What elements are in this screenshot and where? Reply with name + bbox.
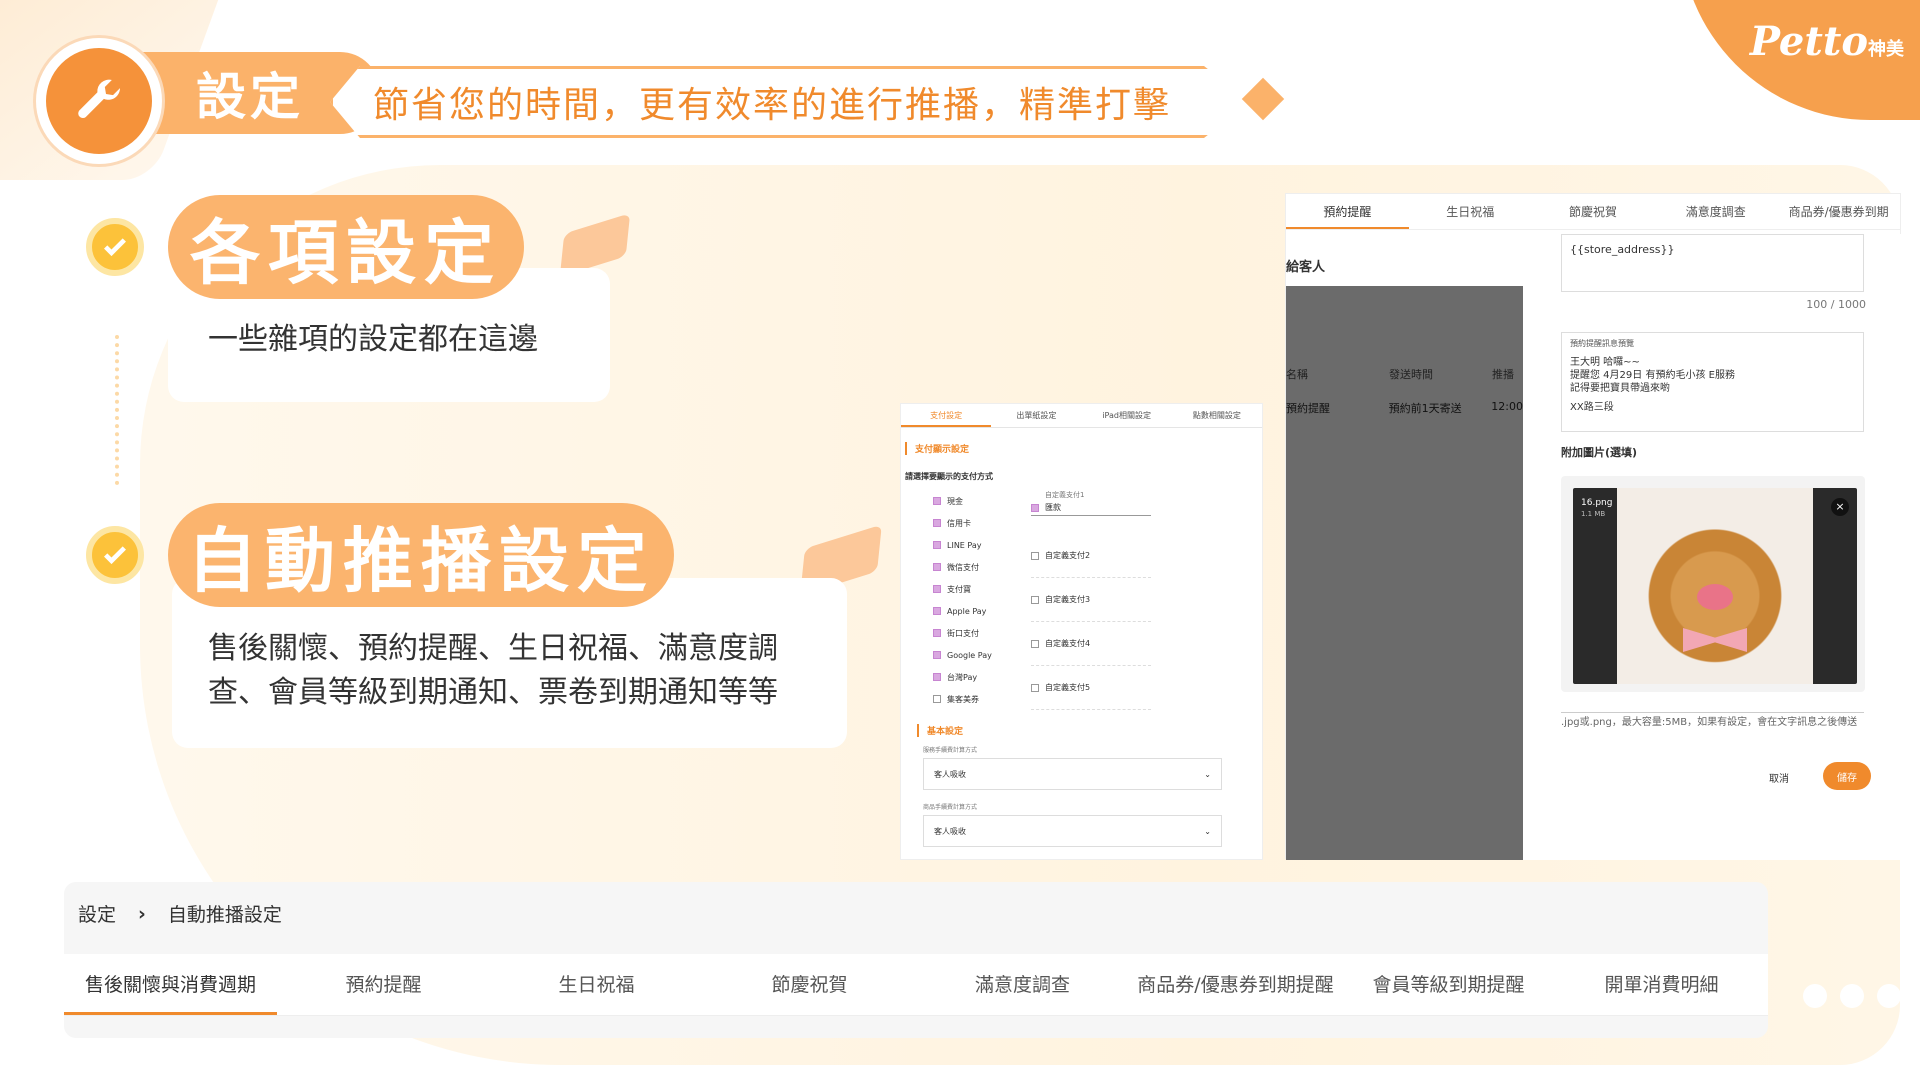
page-title: 設定 <box>196 68 304 126</box>
section-heading: 基本設定 <box>917 724 1262 737</box>
tab-survey[interactable]: 滿意度調查 <box>916 954 1129 1015</box>
section-heading: 支付顯示設定 <box>905 442 1262 455</box>
payment-checkbox[interactable]: 街口支付 <box>933 622 1031 644</box>
tab-points[interactable]: 點數相關設定 <box>1172 404 1262 427</box>
push-settings-screenshot: 預約提醒 生日祝福 節慶祝賀 滿意度調查 商品券/優惠券到期 給客人 名稱 發送時… <box>1285 193 1902 860</box>
tab-festival[interactable]: 節慶祝賀 <box>1532 194 1655 229</box>
chevron-down-icon: ⌄ <box>1204 826 1211 836</box>
push-category-tabs: 售後關懷與消費週期 預約提醒 生日祝福 節慶祝賀 滿意度調查 商品券/優惠券到期… <box>64 954 1768 1016</box>
fee-label: 服務手續費計算方式 <box>923 747 978 754</box>
cancel-button[interactable]: 取消 <box>1769 770 1789 785</box>
fee-label: 商品手續費計算方式 <box>923 804 978 811</box>
payment-checkbox[interactable]: 支付寶 <box>933 578 1031 600</box>
tab-festival[interactable]: 節慶祝賀 <box>703 954 916 1015</box>
section-pill: 各項設定 <box>168 195 524 299</box>
tab-reminder[interactable]: 預約提醒 <box>1286 194 1409 229</box>
header-banner: 節省您的時間，更有效率的進行推播，精準打擊 <box>330 66 1250 138</box>
fee-select[interactable]: 客人吸收 ⌄ <box>923 815 1222 847</box>
payment-checkbox[interactable]: 現金 <box>933 490 1031 512</box>
custom-payment-1[interactable]: 自定義支付1 匯款 <box>1031 490 1151 534</box>
tab-receipt[interactable]: 出單紙設定 <box>991 404 1081 427</box>
section-description: 售後關懷、預約提醒、生日祝福、滿意度調 查、會員等級到期通知、票卷到期通知等等 <box>208 631 778 710</box>
tab-reminder[interactable]: 預約提醒 <box>277 954 490 1015</box>
image-upload[interactable]: 16.png 1.1 MB × <box>1561 476 1865 692</box>
settings-tabs: 支付設定 出單紙設定 iPad相關設定 點數相關設定 <box>901 404 1262 428</box>
file-name: 16.png <box>1581 498 1613 508</box>
modal-overlay: 名稱 發送時間 推播 預約提醒 預約前1天寄送 12:00 <box>1286 286 1523 860</box>
wrench-icon <box>36 38 162 164</box>
table-row: 預約提醒 預約前1天寄送 12:00 <box>1286 400 1523 415</box>
chevron-down-icon: ⌄ <box>1204 769 1211 779</box>
custom-payment-checkbox[interactable]: 自定義支付2 <box>1031 534 1151 578</box>
image-preview: 16.png 1.1 MB × <box>1573 488 1857 684</box>
tab-payment[interactable]: 支付設定 <box>901 404 992 427</box>
tab-ipad[interactable]: iPad相關設定 <box>1082 404 1172 427</box>
slide-dot <box>1877 984 1901 1008</box>
save-button[interactable]: 儲存 <box>1823 762 1871 790</box>
tab-billing[interactable]: 開單消費明細 <box>1555 954 1768 1015</box>
store-address-field[interactable]: {{store_address}} <box>1561 234 1864 292</box>
preview-field[interactable]: 預約提醒訊息預覽 王大明 哈囉~~ 提醒您 4月29日 有預約毛小孩 E服務 記… <box>1561 332 1864 432</box>
to-customer-label: 給客人 <box>1286 260 1326 275</box>
tab-member-expiry[interactable]: 會員等級到期提醒 <box>1342 954 1555 1015</box>
payment-checkbox[interactable]: Apple Pay <box>933 600 1031 622</box>
payment-settings-screenshot: 支付設定 出單紙設定 iPad相關設定 點數相關設定 支付顯示設定 請選擇要顯示… <box>900 403 1263 860</box>
payment-method-list: 現金 信用卡 LINE Pay 微信支付 支付寶 Apple Pay 街口支付 … <box>901 490 1031 710</box>
char-count: 100 / 1000 <box>1806 298 1866 311</box>
file-size: 1.1 MB <box>1581 510 1606 518</box>
payment-checkbox[interactable]: 微信支付 <box>933 556 1031 578</box>
slide-dot <box>1803 984 1827 1008</box>
tab-birthday[interactable]: 生日祝福 <box>490 954 703 1015</box>
bottom-screenshot: 設定 › 自動推播設定 售後關懷與消費週期 預約提醒 生日祝福 節慶祝賀 滿意度… <box>64 882 1768 1038</box>
tab-survey[interactable]: 滿意度調查 <box>1654 194 1777 229</box>
banner-text: 節省您的時間，更有效率的進行推播，精準打擊 <box>373 85 1172 126</box>
tab-aftercare[interactable]: 售後關懷與消費週期 <box>64 954 277 1015</box>
payment-prompt: 請選擇要顯示的支付方式 <box>905 472 993 481</box>
section-pill: 自動推播設定 <box>168 503 674 607</box>
reminder-modal: {{store_address}} 100 / 1000 預約提醒訊息預覽 王大… <box>1523 234 1902 860</box>
close-icon[interactable]: × <box>1831 498 1849 516</box>
payment-checkbox[interactable]: 信用卡 <box>933 512 1031 534</box>
payment-checkbox[interactable]: 台灣Pay <box>933 666 1031 688</box>
breadcrumb: 設定 › 自動推播設定 <box>78 900 282 927</box>
breadcrumb-current: 自動推播設定 <box>167 904 282 926</box>
custom-payment-checkbox[interactable]: 自定義支付3 <box>1031 578 1151 622</box>
diamond-decoration <box>1241 77 1285 121</box>
custom-payment-list: 自定義支付1 匯款 自定義支付2 自定義支付3 自定義支付4 自定義支付5 <box>1031 490 1151 710</box>
payment-checkbox[interactable]: LINE Pay <box>933 534 1031 556</box>
table-header: 名稱 發送時間 推播 <box>1286 368 1514 381</box>
tab-coupon[interactable]: 商品券/優惠券到期 <box>1777 194 1900 229</box>
push-tabs: 預約提醒 生日祝福 節慶祝賀 滿意度調查 商品券/優惠券到期 <box>1286 194 1900 230</box>
breadcrumb-root[interactable]: 設定 <box>78 900 116 927</box>
dog-photo <box>1617 488 1813 684</box>
chevron-right-icon: › <box>138 902 146 925</box>
payment-checkbox[interactable]: Google Pay <box>933 644 1031 666</box>
slide-dot <box>1840 984 1864 1008</box>
fee-select[interactable]: 客人吸收 ⌄ <box>923 758 1222 790</box>
tab-coupon-expiry[interactable]: 商品券/優惠券到期提醒 <box>1129 954 1342 1015</box>
tab-birthday[interactable]: 生日祝福 <box>1409 194 1532 229</box>
check-icon <box>86 526 144 584</box>
dotted-connector <box>115 335 119 485</box>
check-icon <box>86 218 144 276</box>
section-description: 一些雜項的設定都在這邊 <box>208 322 538 357</box>
upload-hint: .jpg或.png，最大容量:5MB，如果有設定，會在文字訊息之後傳送 <box>1561 712 1864 729</box>
custom-payment-checkbox[interactable]: 自定義支付4 <box>1031 622 1151 666</box>
brand-logo: Petto神美 <box>1749 18 1904 65</box>
custom-payment-checkbox[interactable]: 自定義支付5 <box>1031 666 1151 710</box>
attach-label: 附加圖片(選填) <box>1561 446 1638 459</box>
payment-checkbox[interactable]: 集客美券 <box>933 688 1031 710</box>
